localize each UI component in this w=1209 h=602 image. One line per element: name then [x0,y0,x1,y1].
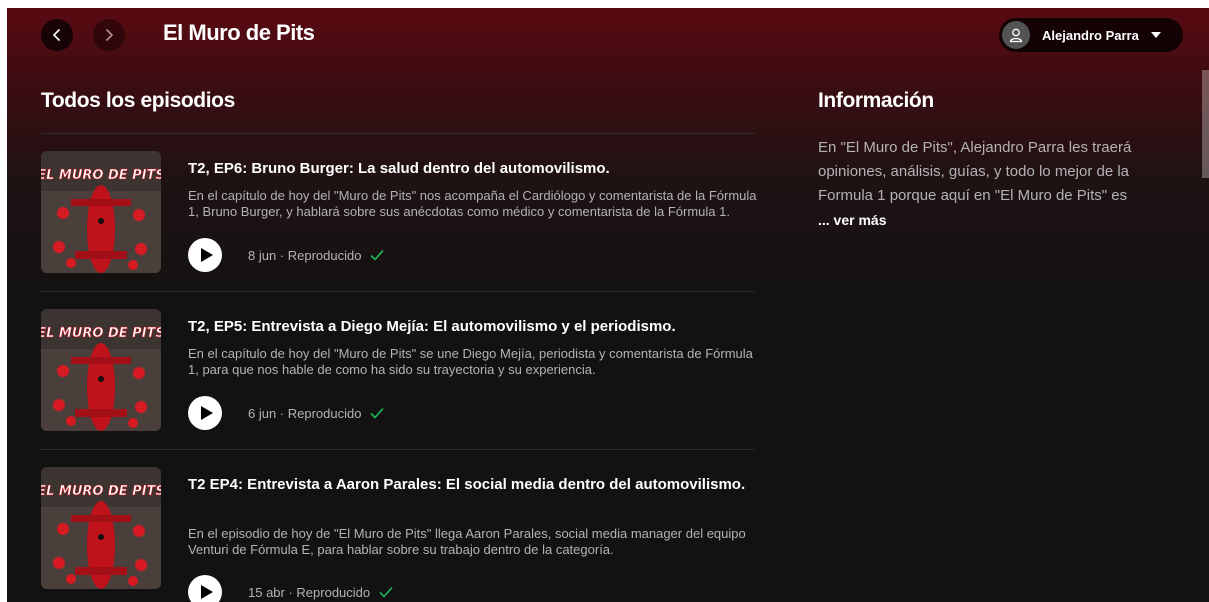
avatar [1002,21,1030,49]
check-icon [370,407,385,419]
episode-row[interactable]: EL MURO DE PITS T2, EP5: Entrevista a Di… [41,291,755,449]
podcast-cover-image: EL MURO DE PITS [41,151,161,273]
play-icon [200,406,213,420]
episode-meta: 15 abr · Reproducido [188,575,394,602]
chevron-right-icon [105,28,114,42]
page-title: El Muro de Pits [163,20,315,45]
top-bar: El Muro de Pits Alejandro Parra [7,8,1209,70]
podcast-cover-image: EL MURO DE PITS [41,467,161,589]
episode-title[interactable]: T2 EP4: Entrevista a Aaron Parales: El s… [188,474,758,496]
episodes-heading: Todos los episodios [41,89,235,112]
cover-art-label: EL MURO DE PITS [41,484,161,499]
episode-date-status: 8 jun · Reproducido [248,247,362,263]
cover-art-label: EL MURO DE PITS [41,326,161,341]
back-button[interactable] [41,19,73,51]
episode-row[interactable]: EL MURO DE PITS T2, EP6: Bruno Burger: L… [41,133,758,291]
check-icon [379,586,393,598]
play-icon [200,248,213,262]
info-heading: Información [818,89,934,112]
play-button[interactable] [188,396,222,430]
play-icon [200,585,213,599]
podcast-cover-image: EL MURO DE PITS [41,309,161,431]
episode-date-status: 6 jun · Reproducido [248,405,362,421]
cover-art-label: EL MURO DE PITS [41,168,161,183]
episode-row[interactable]: EL MURO DE PITS T2 EP4: Entrevista a Aar… [41,449,755,602]
app-window: El Muro de Pits Alejandro Parra Todos lo… [7,8,1209,602]
episode-description: En el capítulo de hoy del "Muro de Pits"… [188,346,753,377]
episode-list: EL MURO DE PITS T2, EP6: Bruno Burger: L… [41,133,758,602]
play-button[interactable] [188,575,222,602]
scrollbar-thumb[interactable] [1202,70,1209,178]
episode-date-status: 15 abr · Reproducido [248,584,371,600]
scrollbar[interactable] [1202,70,1209,602]
episode-meta: 6 jun · Reproducido [188,396,385,430]
episode-cover-art[interactable]: EL MURO DE PITS [41,309,161,431]
caret-down-icon [1150,32,1161,38]
episode-title[interactable]: T2, EP5: Entrevista a Diego Mejía: El au… [188,316,758,338]
see-more-link[interactable]: ... ver más [818,212,887,228]
episode-cover-art[interactable]: EL MURO DE PITS [41,151,161,273]
user-icon [1009,28,1023,43]
episode-cover-art[interactable]: EL MURO DE PITS [41,467,161,589]
forward-button[interactable] [93,19,125,51]
episode-description: En el episodio de hoy de "El Muro de Pit… [188,526,746,557]
play-button[interactable] [188,238,222,272]
episode-title[interactable]: T2, EP6: Bruno Burger: La salud dentro d… [188,158,758,180]
chevron-left-icon [52,28,61,42]
podcast-description: En "El Muro de Pits", Alejandro Parra le… [818,139,1132,204]
check-icon [370,249,385,261]
episode-description: En el capítulo de hoy del "Muro de Pits"… [188,188,757,219]
user-name: Alejandro Parra [1042,27,1139,43]
user-menu-button[interactable]: Alejandro Parra [999,18,1183,52]
episode-meta: 8 jun · Reproducido [188,238,385,272]
